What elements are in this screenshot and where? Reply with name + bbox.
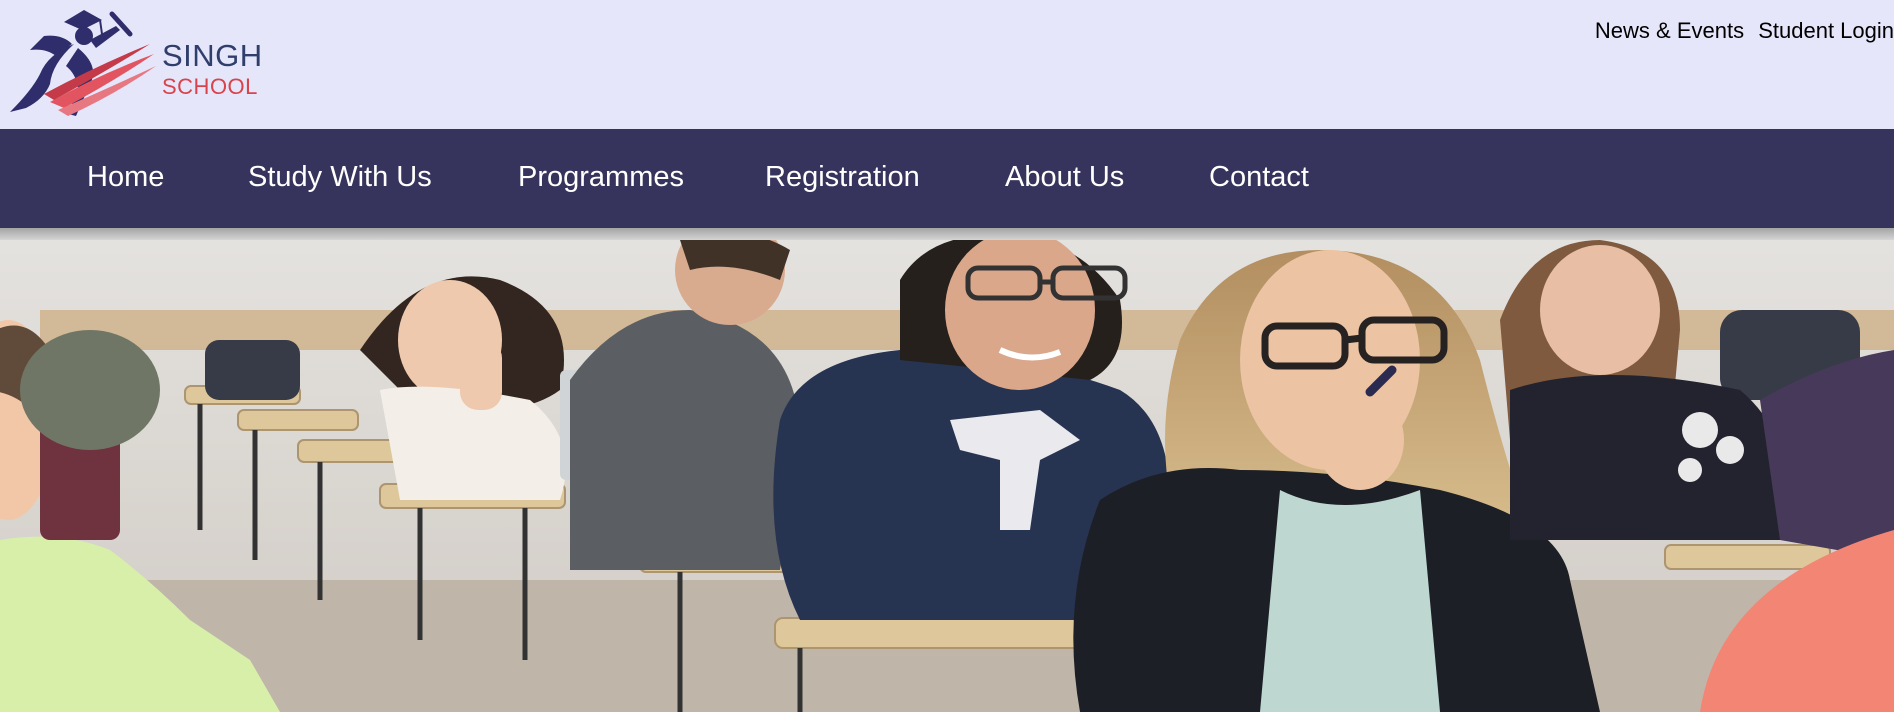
brand-subtitle: SCHOOL bbox=[162, 74, 258, 99]
main-nav: Home Study With Us Programmes Registrati… bbox=[0, 129, 1894, 228]
top-links: News & Events Student Login bbox=[1587, 18, 1894, 44]
graduate-runner-icon bbox=[10, 10, 156, 116]
brand-name: SINGH bbox=[162, 38, 263, 73]
student-login-link[interactable]: Student Login bbox=[1758, 18, 1894, 43]
header-bar: SINGH SCHOOL News & Events Student Login bbox=[0, 0, 1894, 129]
nav-item-registration[interactable]: Registration bbox=[765, 161, 920, 194]
news-events-link[interactable]: News & Events bbox=[1595, 18, 1744, 43]
nav-item-study-with-us[interactable]: Study With Us bbox=[248, 161, 432, 194]
hero-banner bbox=[0, 240, 1894, 712]
school-logo[interactable]: SINGH SCHOOL bbox=[4, 4, 262, 122]
classroom-students-photo bbox=[0, 240, 1894, 712]
nav-item-home[interactable]: Home bbox=[87, 161, 164, 194]
nav-item-programmes[interactable]: Programmes bbox=[518, 161, 684, 194]
nav-item-about-us[interactable]: About Us bbox=[1005, 161, 1124, 194]
nav-item-contact[interactable]: Contact bbox=[1209, 161, 1309, 194]
